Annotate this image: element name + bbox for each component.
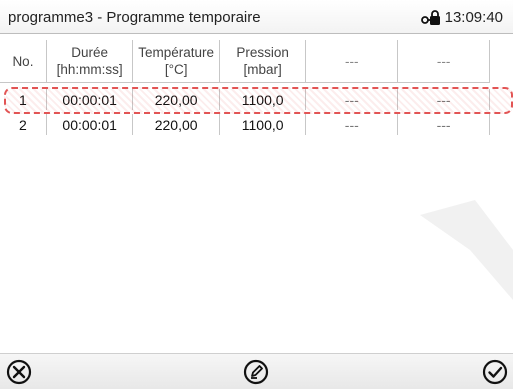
clock-area: 13:09:40: [420, 9, 503, 26]
cell-5[interactable]: ---: [305, 89, 399, 110]
lock-key-icon: [420, 9, 441, 26]
col-header-5: ---: [305, 40, 399, 83]
cancel-button[interactable]: [4, 357, 34, 387]
clock-time: 13:09:40: [444, 9, 503, 26]
title-bar: programme3 - Programme temporaire 13:09:…: [0, 0, 513, 34]
col-header-no: No.: [0, 40, 47, 83]
confirm-button[interactable]: [480, 357, 510, 387]
col-header-duree: Durée [hh:mm:ss]: [46, 40, 134, 83]
cell-no[interactable]: 1: [0, 89, 47, 110]
edit-pencil-icon: [243, 359, 269, 385]
bottom-toolbar: [0, 353, 513, 389]
page-title: programme3 - Programme temporaire: [8, 9, 261, 26]
program-table: No. Durée [hh:mm:ss] Température [°C] Pres…: [0, 40, 490, 135]
table-header-row: No. Durée [hh:mm:ss] Température [°C] Pres…: [0, 40, 490, 83]
table-row[interactable]: 1 00:00:01 220,00 1100,0 --- ---: [0, 89, 490, 110]
cell-duree[interactable]: 00:00:01: [46, 89, 134, 110]
cell-pression[interactable]: 1100,0: [219, 114, 307, 135]
col-header-6: ---: [397, 40, 490, 83]
cell-temperature[interactable]: 220,00: [132, 89, 220, 110]
cell-5[interactable]: ---: [305, 114, 399, 135]
checkmark-circle-icon: [482, 359, 508, 385]
table-row[interactable]: 2 00:00:01 220,00 1100,0 --- ---: [0, 114, 490, 135]
col-header-pression: Pression [mbar]: [219, 40, 307, 83]
cell-6[interactable]: ---: [397, 89, 490, 110]
cell-temperature[interactable]: 220,00: [132, 114, 220, 135]
cell-no[interactable]: 2: [0, 114, 47, 135]
cell-duree[interactable]: 00:00:01: [46, 114, 134, 135]
cell-pression[interactable]: 1100,0: [219, 89, 307, 110]
close-circle-icon: [6, 359, 32, 385]
col-header-temperature: Température [°C]: [132, 40, 220, 83]
cell-6[interactable]: ---: [397, 114, 490, 135]
edit-button[interactable]: [241, 357, 271, 387]
